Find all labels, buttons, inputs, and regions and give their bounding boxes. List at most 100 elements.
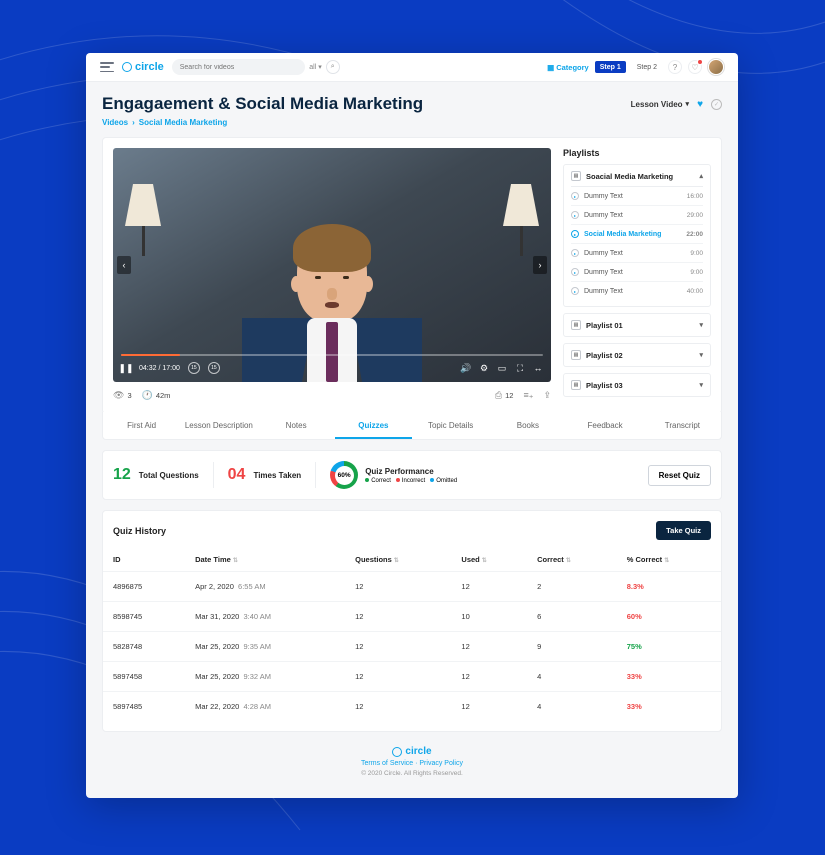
play-icon: ▸	[571, 230, 579, 238]
video-time: 04:32 / 17:00	[139, 365, 180, 372]
chevron-down-icon: ▾	[699, 351, 703, 359]
times-taken-stat: 04 Times Taken	[228, 466, 302, 484]
play-icon: ▸	[571, 268, 579, 276]
page-title: Engagaement & Social Media Marketing	[102, 94, 423, 114]
col-datetime[interactable]: Date Time⇅	[185, 548, 345, 572]
total-questions-stat: 12 Total Questions	[113, 466, 199, 484]
performance-stat: 60% Quiz Performance Correct Incorrect O…	[330, 461, 457, 489]
col-correct[interactable]: Correct⇅	[527, 548, 617, 572]
table-row[interactable]: 5828748Mar 25, 2020 9:35 AM1212975%	[103, 632, 721, 662]
chevron-up-icon: ▴	[699, 172, 703, 180]
playlist-icon: ▤	[571, 320, 581, 330]
playlist-icon: ▤	[571, 380, 581, 390]
sort-icon: ⇅	[566, 558, 571, 564]
search-input[interactable]	[172, 59, 306, 75]
chevron-down-icon: ▾	[699, 381, 703, 389]
donut-chart: 60%	[330, 461, 358, 489]
terms-link[interactable]: Terms of Service	[361, 760, 413, 767]
col-questions[interactable]: Questions⇅	[345, 548, 451, 572]
privacy-link[interactable]: Privacy Policy	[419, 760, 463, 767]
share-icon: ⇪	[543, 390, 551, 401]
step-2-button[interactable]: Step 2	[632, 61, 662, 73]
video-prev-icon[interactable]: ‹	[117, 256, 131, 274]
search-icon[interactable]: ⌕	[326, 60, 340, 74]
queue-button[interactable]: ≡₊	[523, 390, 533, 401]
play-icon: ▸	[571, 287, 579, 295]
sort-icon: ⇅	[233, 558, 238, 564]
share-button[interactable]: ⇪	[543, 390, 551, 401]
playlist-group-expanded[interactable]: ▤Soacial Media Marketing▴ ▸Dummy Text16:…	[563, 164, 711, 307]
take-quiz-button[interactable]: Take Quiz	[656, 521, 711, 540]
tab-topic-details[interactable]: Topic Details	[412, 412, 489, 439]
topbar: circle all ▾ ⌕ ▦ Category Step 1 Step 2 …	[86, 53, 738, 82]
playlist-item[interactable]: ▸Social Media Marketing22:00	[571, 225, 703, 244]
breadcrumb: Videos›Social Media Marketing	[102, 118, 722, 127]
playlist-item[interactable]: ▸Dummy Text9:00	[571, 263, 703, 282]
clock-icon: 🕐	[142, 390, 153, 401]
settings-icon[interactable]: ⚙	[479, 363, 489, 374]
table-row[interactable]: 4896875Apr 2, 2020 6:55 AM121228.3%	[103, 572, 721, 602]
play-icon: ▸	[571, 211, 579, 219]
expand-icon[interactable]: ↔	[533, 363, 543, 373]
video-player[interactable]: ‹ › ❚❚ 04:32 / 17:00 15 15 🔊 ⚙	[113, 148, 551, 403]
sort-icon: ⇅	[664, 558, 669, 564]
footer: circle Terms of Service · Privacy Policy…	[102, 732, 722, 795]
playlist-item[interactable]: ▸Dummy Text9:00	[571, 244, 703, 263]
step-1-button[interactable]: Step 1	[595, 61, 626, 73]
col-pct[interactable]: % Correct⇅	[617, 548, 721, 572]
favorite-icon[interactable]: ♥	[697, 99, 703, 110]
playlist-item[interactable]: ▸Dummy Text29:00	[571, 206, 703, 225]
pin-button[interactable]: ⎙12	[495, 390, 514, 401]
duration: 🕐42m	[142, 390, 171, 401]
play-icon: ▸	[571, 192, 579, 200]
progress-bar[interactable]	[121, 354, 543, 356]
help-icon[interactable]: ?	[668, 60, 682, 74]
reset-quiz-button[interactable]: Reset Quiz	[648, 465, 711, 486]
play-icon: ▸	[571, 249, 579, 257]
table-row[interactable]: 8598745Mar 31, 2020 3:40 AM1210660%	[103, 602, 721, 632]
playlist-add-icon: ≡₊	[523, 390, 533, 401]
avatar[interactable]	[708, 59, 724, 75]
playlist-item[interactable]: ▸Dummy Text16:00	[571, 187, 703, 206]
playlist-group[interactable]: ▤Playlist 03▾	[563, 373, 711, 397]
tab-notes[interactable]: Notes	[258, 412, 335, 439]
complete-icon[interactable]: ✓	[711, 99, 722, 110]
views-count: 👁3	[113, 390, 132, 401]
seek-forward-icon[interactable]: 15	[208, 362, 220, 374]
tab-transcript[interactable]: Transcript	[644, 412, 721, 439]
search-filter[interactable]: all ▾	[309, 63, 321, 71]
tab-lesson-description[interactable]: Lesson Description	[180, 412, 257, 439]
tab-quizzes[interactable]: Quizzes	[335, 412, 412, 439]
table-row[interactable]: 5897458Mar 25, 2020 9:32 AM1212433%	[103, 662, 721, 692]
sort-icon: ⇅	[394, 558, 399, 564]
playlist-heading: Playlists	[563, 148, 711, 158]
quiz-history-table: ID Date Time⇅ Questions⇅ Used⇅ Correct⇅ …	[103, 548, 721, 721]
menu-icon[interactable]	[100, 62, 114, 72]
eye-icon: 👁	[113, 390, 124, 401]
brand-logo[interactable]: circle	[122, 61, 164, 73]
lesson-dropdown[interactable]: Lesson Video	[631, 100, 689, 109]
table-row[interactable]: 5897485Mar 22, 2020 4:28 AM1212433%	[103, 692, 721, 722]
tab-books[interactable]: Books	[489, 412, 566, 439]
playlist-item[interactable]: ▸Dummy Text40:00	[571, 282, 703, 300]
tab-feedback[interactable]: Feedback	[567, 412, 644, 439]
category-link[interactable]: ▦ Category	[547, 63, 589, 72]
col-id[interactable]: ID	[103, 548, 185, 572]
playlist-group[interactable]: ▤Playlist 01▾	[563, 313, 711, 337]
volume-icon[interactable]: 🔊	[461, 363, 471, 374]
tab-first-aid[interactable]: First Aid	[103, 412, 180, 439]
video-next-icon[interactable]: ›	[533, 256, 547, 274]
sort-icon: ⇅	[482, 558, 487, 564]
fullscreen-icon[interactable]: ⛶	[515, 363, 525, 374]
seek-back-icon[interactable]: 15	[188, 362, 200, 374]
playlist-icon: ▤	[571, 350, 581, 360]
playlist-group[interactable]: ▤Playlist 02▾	[563, 343, 711, 367]
playlist-icon: ▤	[571, 171, 581, 181]
col-used[interactable]: Used⇅	[451, 548, 527, 572]
chevron-down-icon: ▾	[699, 321, 703, 329]
bookmark-icon: ⎙	[495, 390, 502, 401]
notification-icon[interactable]: ♡	[688, 60, 702, 74]
video-controls: ❚❚ 04:32 / 17:00 15 15 🔊 ⚙ ▭ ⛶ ↔	[113, 348, 551, 382]
theater-icon[interactable]: ▭	[497, 363, 507, 374]
pause-icon[interactable]: ❚❚	[121, 363, 131, 374]
